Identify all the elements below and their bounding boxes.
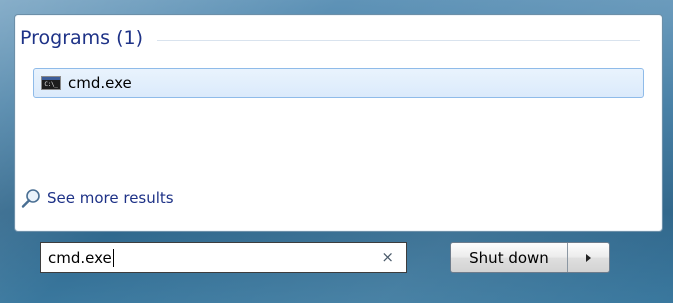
cmd-icon: C:\_ (41, 76, 61, 90)
result-item-label: cmd.exe (68, 74, 132, 92)
see-more-results-link[interactable]: See more results (20, 186, 174, 210)
cmd-icon-text: C:\_ (44, 80, 58, 88)
shutdown-split-button: Shut down (450, 242, 610, 273)
triangle-right-icon (586, 253, 591, 262)
programs-group-header: Programs (1) (20, 26, 640, 50)
text-caret (112, 248, 114, 267)
see-more-label: See more results (47, 189, 174, 207)
result-item-cmd[interactable]: C:\_ cmd.exe (33, 68, 644, 98)
programs-group-title: Programs (1) (20, 27, 144, 49)
shutdown-options-button[interactable] (567, 243, 609, 272)
shutdown-button[interactable]: Shut down (451, 243, 567, 272)
search-input-value: cmd.exe (48, 248, 112, 267)
group-divider (157, 39, 640, 41)
magnifier-icon (21, 189, 40, 208)
start-search-input[interactable]: cmd.exe × (40, 242, 407, 273)
clear-search-icon[interactable]: × (381, 248, 394, 266)
shutdown-label: Shut down (469, 248, 549, 267)
